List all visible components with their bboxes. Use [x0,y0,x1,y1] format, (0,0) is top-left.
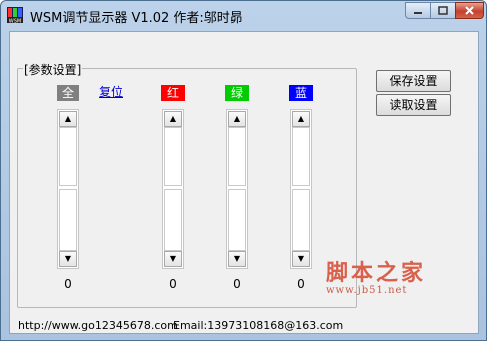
scroll-up-arrow-icon[interactable]: ▲ [292,111,310,127]
scroll-down-arrow-icon[interactable]: ▼ [59,251,77,267]
scrollbar-red[interactable]: ▲ ▼ [162,109,184,269]
save-settings-button[interactable]: 保存设置 [376,70,451,92]
scroll-track[interactable] [292,189,310,251]
scroll-track[interactable] [59,189,77,251]
reset-link[interactable]: 复位 [99,83,123,100]
watermark-logo: 脚本之家 www.jb51.net [326,255,426,296]
scroll-track[interactable] [164,127,182,186]
minimize-button[interactable] [405,2,431,19]
close-icon [465,6,474,15]
group-label: [参数设置] [23,61,83,78]
scrollbar-blue[interactable]: ▲ ▼ [290,109,312,269]
scroll-track[interactable] [292,127,310,186]
value-green: 0 [233,277,241,291]
scroll-down-arrow-icon[interactable]: ▼ [164,251,182,267]
channel-label-green: 绿 [225,85,249,101]
channel-label-red: 红 [161,85,185,101]
email-text: Email:13973108168@163.com [173,319,344,332]
scrollbar-green[interactable]: ▲ ▼ [226,109,248,269]
website-url: http://www.go12345678.com [18,319,178,332]
scroll-track[interactable] [228,189,246,251]
maximize-icon [438,6,448,15]
scroll-up-arrow-icon[interactable]: ▲ [228,111,246,127]
load-settings-button[interactable]: 读取设置 [376,94,451,116]
window-title: WSM调节显示器 V1.02 作者:邬时昴 [30,11,243,26]
value-blue: 0 [297,277,305,291]
channel-label-blue: 蓝 [289,85,313,101]
watermark-title: 脚本之家 [326,260,427,286]
value-red: 0 [169,277,177,291]
maximize-button[interactable] [430,2,456,19]
svg-text:WSM: WSM [9,19,21,24]
scroll-down-arrow-icon[interactable]: ▼ [228,251,246,267]
scroll-track[interactable] [228,127,246,186]
value-all: 0 [64,277,72,291]
scroll-track[interactable] [164,189,182,251]
client-area: [参数设置] 全 复位 红 绿 蓝 ▲ ▼ ▲ ▼ ▲ ▼ ▲ ▼ 0 0 0 … [9,31,479,334]
title-bar[interactable]: WSM WSM调节显示器 V1.02 作者:邬时昴 [1,1,486,30]
scroll-up-arrow-icon[interactable]: ▲ [59,111,77,127]
app-icon: WSM [7,7,23,23]
close-button[interactable] [455,2,484,19]
scroll-track[interactable] [59,127,77,186]
scrollbar-all[interactable]: ▲ ▼ [57,109,79,269]
scroll-up-arrow-icon[interactable]: ▲ [164,111,182,127]
channel-label-all: 全 [57,85,79,101]
app-window: WSM WSM调节显示器 V1.02 作者:邬时昴 [参数设置] 全 复位 红 … [0,0,487,341]
minimize-icon [414,12,422,14]
scroll-down-arrow-icon[interactable]: ▼ [292,251,310,267]
